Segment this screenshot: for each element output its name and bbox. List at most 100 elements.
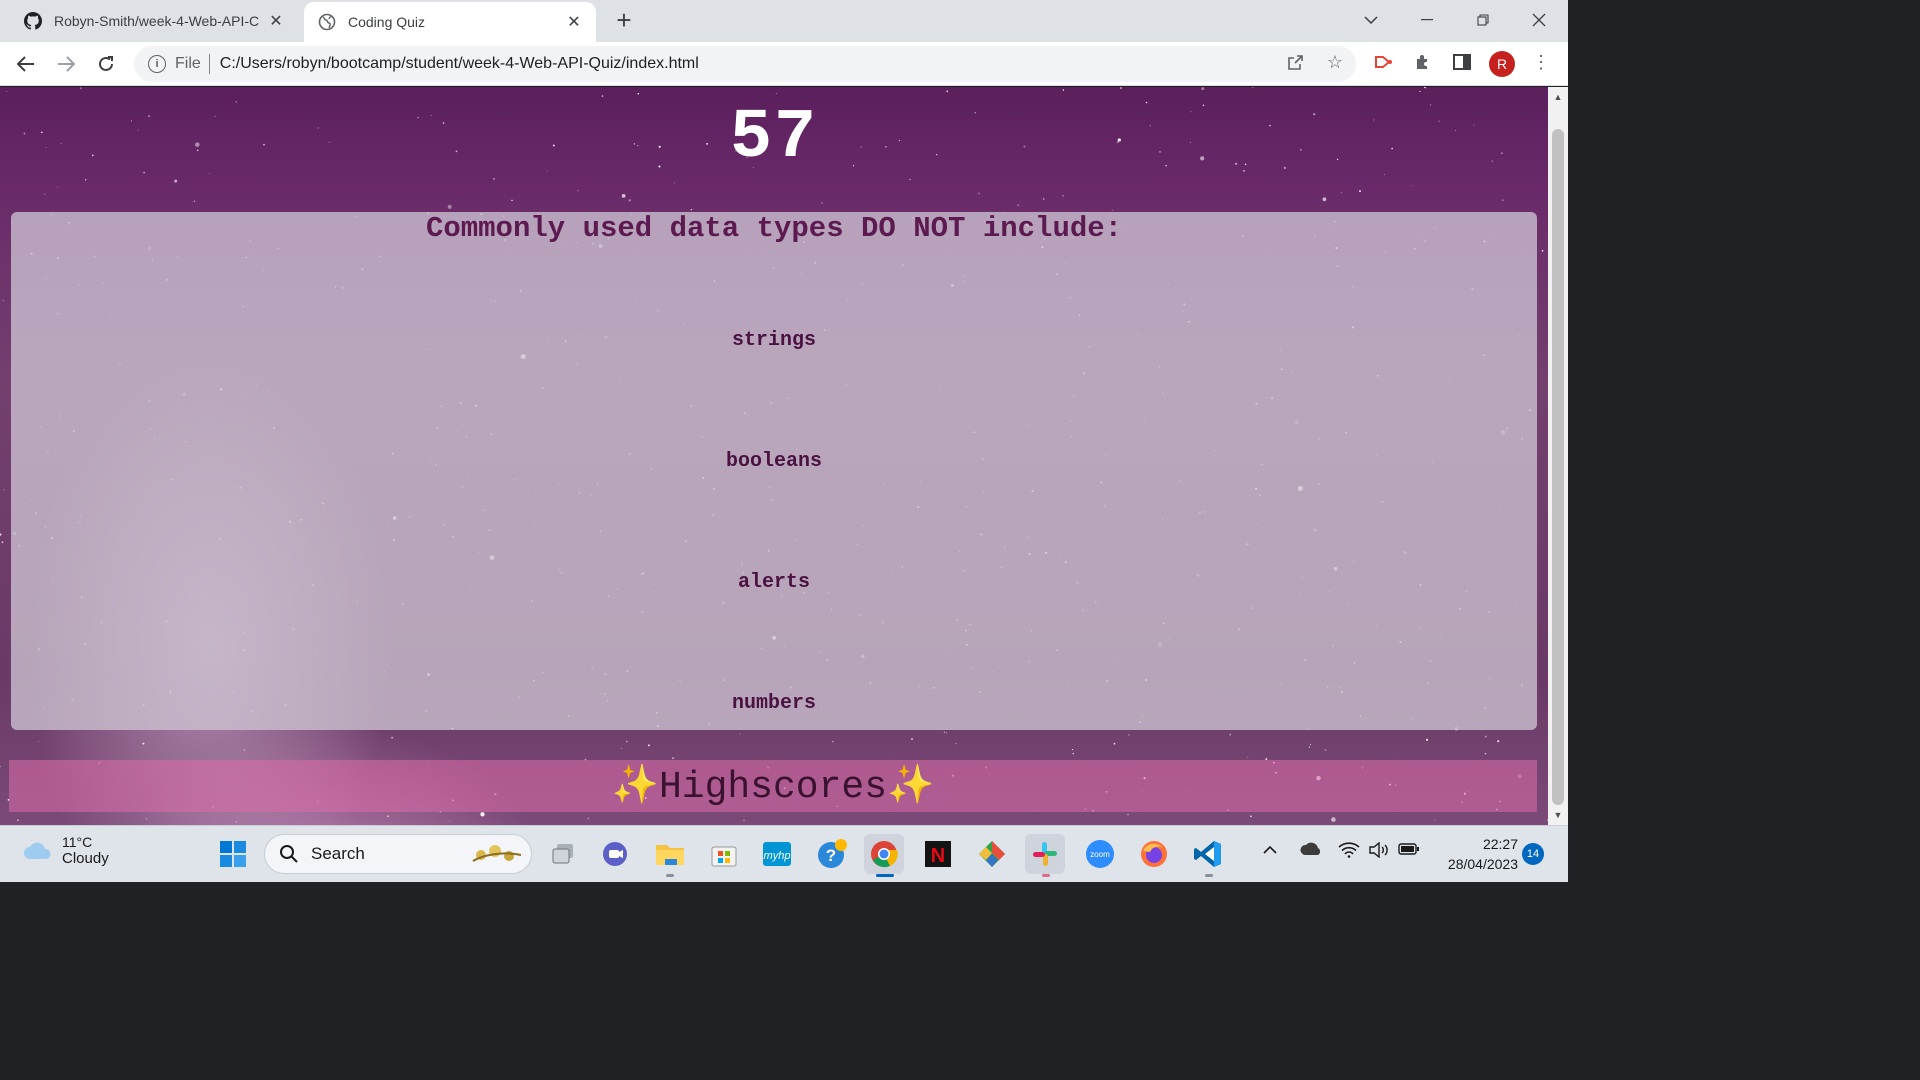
share-icon[interactable] (1284, 50, 1308, 74)
star-dot (587, 817, 590, 820)
answer-option-alerts[interactable]: alerts (11, 571, 1537, 594)
taskbar: 11°C Cloudy Search myhp ? N zoom 22:27 2… (0, 825, 1568, 882)
star-dot (1062, 89, 1065, 91)
side-panel-icon[interactable] (1450, 50, 1474, 74)
chrome-icon[interactable] (864, 834, 904, 874)
star-dot (1497, 740, 1500, 743)
wifi-icon[interactable] (1338, 842, 1360, 863)
star-dot (85, 179, 87, 181)
star-dot (832, 741, 834, 743)
tab-search-chevron-icon[interactable] (1343, 0, 1399, 40)
scroll-thumb[interactable] (1552, 129, 1564, 805)
url-separator (208, 54, 210, 74)
scroll-down-arrow-icon[interactable]: ▼ (1548, 807, 1568, 823)
star-dot (1484, 752, 1487, 755)
active-indicator (876, 874, 894, 877)
back-arrow-icon[interactable] (12, 50, 40, 78)
star-dot (480, 812, 485, 817)
answer-option-strings[interactable]: strings (11, 329, 1537, 352)
star-dot (601, 95, 604, 97)
star-dot (943, 731, 946, 733)
star-dot (1229, 733, 1232, 736)
star-dot (621, 194, 626, 198)
running-indicator (1205, 874, 1213, 877)
git-kraken-icon[interactable] (972, 834, 1012, 874)
search-icon (280, 845, 298, 863)
system-clock[interactable]: 22:27 28/04/2023 (1432, 834, 1518, 874)
vscode-icon[interactable] (1188, 834, 1228, 874)
star-dot (628, 199, 631, 202)
star-dot (1071, 749, 1074, 751)
extension-cast-icon[interactable] (1372, 50, 1396, 74)
minimize-button[interactable] (1399, 0, 1455, 40)
close-tab-icon[interactable]: ✕ (564, 12, 584, 32)
microsoft-store-icon[interactable] (704, 834, 744, 874)
answer-option-numbers[interactable]: numbers (11, 692, 1537, 715)
slack-icon[interactable] (1025, 834, 1065, 874)
cloud-icon (24, 842, 51, 859)
tab-coding-quiz[interactable]: Coding Quiz ✕ (304, 2, 596, 42)
close-window-button[interactable] (1511, 0, 1567, 40)
tab-github-repo[interactable]: Robyn-Smith/week-4-Web-API-C ✕ (0, 0, 298, 42)
star-dot (0, 765, 1, 768)
svg-text:zoom: zoom (1090, 850, 1110, 859)
address-bar[interactable]: i File C:/Users/robyn/bootcamp/student/w… (134, 46, 1356, 82)
running-indicator (1042, 874, 1050, 877)
file-explorer-icon[interactable] (650, 834, 690, 874)
star-dot (1247, 756, 1249, 758)
star-dot (5, 91, 7, 92)
star-dot (44, 193, 46, 195)
star-dot (1072, 752, 1074, 755)
close-tab-icon[interactable]: ✕ (266, 11, 286, 31)
star-dot (1484, 735, 1487, 738)
show-hidden-icons-chevron-icon[interactable] (1262, 842, 1278, 860)
question-text: Commonly used data types DO NOT include: (425, 212, 1123, 245)
star-dot (775, 93, 777, 95)
extensions-puzzle-icon[interactable] (1411, 50, 1435, 74)
reload-icon[interactable] (92, 50, 120, 78)
site-info-icon[interactable]: i (148, 55, 166, 73)
notification-badge[interactable]: 14 (1522, 843, 1544, 865)
scroll-up-arrow-icon[interactable]: ▲ (1548, 89, 1568, 105)
bookmark-star-icon[interactable]: ☆ (1323, 50, 1347, 74)
profile-avatar[interactable]: R (1489, 51, 1515, 77)
onedrive-cloud-icon[interactable] (1299, 842, 1323, 861)
teams-chat-icon[interactable] (596, 834, 636, 874)
get-help-icon[interactable]: ? (812, 834, 852, 874)
star-dot (79, 87, 82, 90)
quiz-timer: 57 (729, 99, 818, 178)
restore-button[interactable] (1455, 0, 1511, 40)
star-dot (447, 204, 452, 209)
zoom-icon[interactable]: zoom (1080, 834, 1120, 874)
volume-icon[interactable] (1368, 841, 1390, 863)
myhp-icon[interactable]: myhp (757, 834, 797, 874)
star-dot (1201, 87, 1205, 91)
weather-widget[interactable]: 11°C Cloudy (22, 834, 109, 867)
star-dot (1111, 209, 1113, 211)
star-dot (38, 741, 40, 743)
star-dot (1, 541, 4, 544)
taskbar-search[interactable]: Search (264, 834, 532, 874)
star-dot (743, 819, 745, 822)
windows-start-icon[interactable] (213, 834, 253, 874)
search-placeholder: Search (311, 844, 365, 863)
netflix-icon[interactable]: N (918, 834, 958, 874)
forward-arrow-icon[interactable] (52, 50, 80, 78)
star-dot (978, 192, 980, 195)
firefox-icon[interactable] (1134, 834, 1174, 874)
star-dot (449, 820, 451, 822)
star-dot (1419, 90, 1421, 93)
page-scrollbar[interactable]: ▲ ▼ (1548, 87, 1568, 825)
star-dot (1062, 194, 1064, 197)
star-dot (1340, 192, 1343, 194)
highscores-link[interactable]: ✨Highscores✨ (9, 760, 1537, 812)
new-tab-button[interactable]: + (610, 7, 638, 34)
github-icon (24, 12, 42, 30)
star-dot (1322, 197, 1327, 202)
task-view-icon[interactable] (543, 834, 583, 874)
svg-text:N: N (931, 845, 945, 867)
more-menu-icon[interactable]: ⋮ (1529, 50, 1553, 74)
clock-time: 22:27 (1482, 836, 1518, 852)
battery-icon[interactable] (1398, 842, 1420, 861)
answer-option-booleans[interactable]: booleans (11, 450, 1537, 473)
